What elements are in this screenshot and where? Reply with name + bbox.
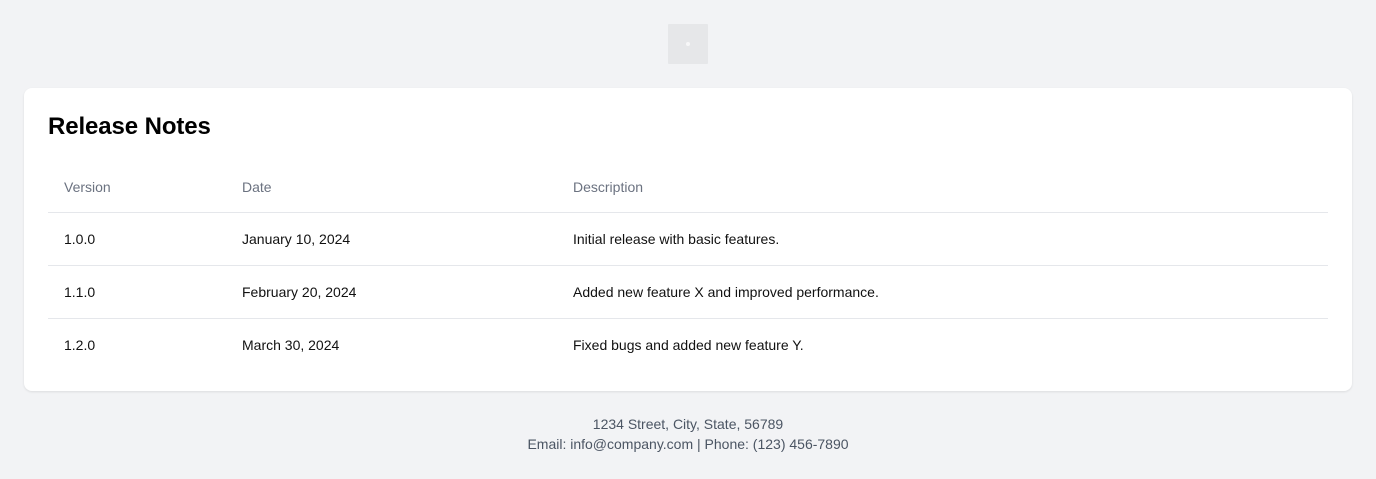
footer-address: 1234 Street, City, State, 56789 <box>592 416 784 432</box>
description-cell: Initial release with basic features. <box>557 212 1328 266</box>
description-cell: Added new feature X and improved perform… <box>557 265 1328 319</box>
release-notes-table: Version Date Description 1.0.0 January 1… <box>48 162 1328 371</box>
logo-placeholder-image <box>668 24 708 64</box>
column-header-description: Description <box>557 162 1328 213</box>
version-cell: 1.2.0 <box>64 337 96 353</box>
date-cell: March 30, 2024 <box>242 337 340 353</box>
date-cell: February 20, 2024 <box>226 265 557 319</box>
table-header-row: Version Date Description <box>48 162 1328 213</box>
footer-contact: Email: info@company.com | Phone: (123) 4… <box>527 436 849 452</box>
placeholder-image-icon <box>686 42 690 46</box>
footer: 1234 Street, City, State, 56789 Email: i… <box>0 414 1376 454</box>
date-cell: January 10, 2024 <box>226 212 557 266</box>
page-title: Release Notes <box>48 113 211 140</box>
table-row: 1.2.0 March 30, 2024 Fixed bugs and adde… <box>48 319 1328 372</box>
table-row: 1.0.0 January 10, 2024 Initial release w… <box>48 212 1328 266</box>
description-cell: Fixed bugs and added new feature Y. <box>573 337 804 353</box>
version-cell: 1.0.0 <box>48 212 226 266</box>
version-cell: 1.1.0 <box>48 265 226 319</box>
table-row: 1.1.0 February 20, 2024 Added new featur… <box>48 265 1328 319</box>
release-notes-card: Release Notes Version Date Description 1… <box>24 88 1352 391</box>
column-header-date: Date <box>226 162 557 213</box>
column-header-version: Version <box>48 162 226 213</box>
